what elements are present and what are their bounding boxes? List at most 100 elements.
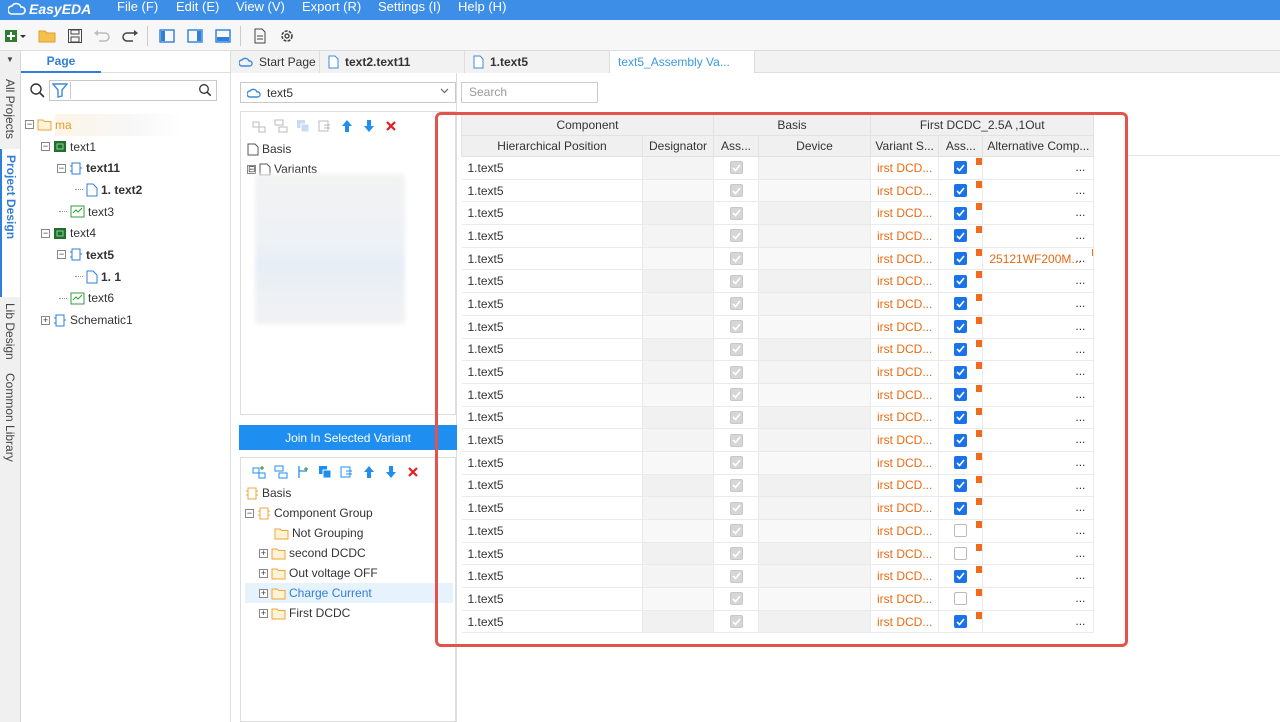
table-row[interactable]: 1.text5 irst DCD...... [461, 292, 1095, 316]
rename-icon[interactable] [317, 118, 333, 134]
new-icon[interactable] [4, 25, 26, 47]
variant-select[interactable]: text5 [240, 82, 456, 103]
cell-variant-assembled[interactable] [938, 519, 984, 543]
group-tree-item[interactable]: − Component Group [245, 503, 453, 523]
collapse-icon[interactable]: ⊟ [247, 164, 256, 174]
more-button[interactable]: ... [1075, 455, 1085, 469]
table-row[interactable]: 1.text5 irst DCD...... [461, 428, 1095, 452]
cell-variant-status[interactable]: irst DCD... [870, 519, 940, 543]
menu-export[interactable]: Export (R) [302, 0, 361, 20]
table-row[interactable]: 1.text5 irst DCD...... [461, 542, 1095, 566]
assembled-checkbox[interactable] [954, 456, 968, 470]
cell-variant-status[interactable]: irst DCD... [870, 542, 940, 566]
assembled-checkbox[interactable] [954, 252, 968, 266]
cell-variant-assembled[interactable] [938, 292, 984, 316]
cell-variant-assembled[interactable] [938, 564, 984, 589]
cell-alternative-component[interactable]: ... [982, 179, 1095, 203]
cell-variant-status[interactable]: irst DCD... [870, 496, 940, 520]
redo-icon[interactable] [119, 25, 141, 47]
col-alternative-component[interactable]: Alternative Comp... [982, 135, 1095, 157]
more-button[interactable]: ... [1075, 251, 1085, 265]
assembled-checkbox[interactable] [954, 274, 968, 288]
cell-variant-status[interactable]: irst DCD... [870, 156, 940, 180]
col-basis-assembled[interactable]: Ass... [713, 135, 759, 157]
group-tree-item[interactable]: Basis [245, 483, 453, 503]
cell-variant-status[interactable]: irst DCD... [870, 247, 940, 271]
cell-alternative-component[interactable]: ... [982, 360, 1095, 384]
cell-alternative-component[interactable]: ... [982, 451, 1095, 475]
more-button[interactable]: ... [1075, 228, 1085, 242]
assembled-checkbox[interactable] [954, 501, 968, 515]
table-row[interactable]: 1.text5 irst DCD...... [461, 224, 1095, 248]
bottom-panel-icon[interactable] [212, 25, 234, 47]
group-tree-item[interactable]: + second DCDC [245, 543, 453, 563]
collapse-icon[interactable]: − [41, 142, 50, 152]
cell-variant-assembled[interactable] [938, 496, 984, 520]
tab-start-page[interactable]: Start Page [231, 51, 320, 73]
tree-item[interactable]: 1. text2 [25, 179, 225, 201]
cell-alternative-component[interactable]: ... [982, 315, 1095, 339]
cell-variant-assembled[interactable] [938, 315, 984, 339]
table-row[interactable]: 1.text5 irst DCD...... [461, 269, 1095, 294]
cell-variant-status[interactable]: irst DCD... [870, 338, 940, 362]
assembled-checkbox[interactable] [954, 320, 968, 334]
cell-alternative-component[interactable]: ... [982, 610, 1095, 634]
more-button[interactable]: ... [1075, 591, 1085, 605]
cell-alternative-component[interactable]: ... [982, 428, 1095, 452]
more-button[interactable]: ... [1075, 183, 1085, 197]
document-icon[interactable] [249, 25, 271, 47]
assembled-checkbox[interactable] [954, 297, 968, 311]
col-designator[interactable]: Designator [642, 135, 714, 157]
cell-variant-assembled[interactable] [938, 338, 984, 362]
table-row[interactable]: 1.text5 irst DCD...... [461, 474, 1095, 498]
gear-icon[interactable] [276, 25, 298, 47]
tab-page[interactable]: Page [21, 51, 101, 73]
search-magnifier-icon[interactable] [198, 83, 212, 97]
cell-variant-status[interactable]: irst DCD... [870, 360, 940, 384]
menu-settings[interactable]: Settings (I) [378, 0, 441, 20]
assembled-checkbox[interactable] [954, 547, 968, 561]
cell-variant-assembled[interactable] [938, 542, 984, 566]
tree-item[interactable]: − text5 [25, 244, 225, 266]
copy-icon[interactable] [317, 464, 333, 480]
cell-variant-status[interactable]: irst DCD... [870, 406, 940, 430]
tree-item[interactable]: text3 [25, 201, 225, 223]
more-button[interactable]: ... [1075, 296, 1085, 310]
more-button[interactable]: ... [1075, 319, 1085, 333]
assembled-checkbox[interactable] [954, 524, 968, 538]
cell-alternative-component[interactable]: ... [982, 292, 1095, 316]
cell-variant-status[interactable]: irst DCD... [870, 269, 940, 294]
cell-variant-status[interactable]: irst DCD... [870, 315, 940, 339]
rename-icon[interactable] [339, 464, 355, 480]
assembled-checkbox[interactable] [954, 161, 968, 175]
add-node-icon[interactable] [251, 464, 267, 480]
col-variant-status[interactable]: Variant S... [869, 135, 940, 157]
group-tree-item[interactable]: + Charge Current [245, 583, 453, 603]
cell-variant-status[interactable]: irst DCD... [870, 224, 940, 248]
cell-variant-assembled[interactable] [938, 406, 984, 430]
tree-item[interactable]: − text11 [25, 157, 225, 179]
table-row[interactable]: 1.text5 irst DCD...... [461, 451, 1095, 475]
arrow-down-icon[interactable] [361, 118, 377, 134]
table-search-input[interactable]: Search [461, 82, 598, 103]
cell-variant-assembled[interactable] [938, 474, 984, 498]
collapse-icon[interactable]: − [245, 508, 254, 518]
assembled-checkbox[interactable] [954, 184, 968, 198]
more-button[interactable]: ... [1075, 500, 1085, 514]
more-button[interactable]: ... [1075, 568, 1085, 582]
cell-variant-assembled[interactable] [938, 247, 984, 271]
table-row[interactable]: 1.text5 irst DCD...... [461, 587, 1095, 611]
assembled-checkbox[interactable] [954, 478, 968, 492]
table-row[interactable]: 1.text5 irst DCD...... [461, 156, 1095, 180]
more-button[interactable]: ... [1075, 410, 1085, 424]
assembled-checkbox[interactable] [954, 592, 968, 606]
cell-variant-status[interactable]: irst DCD... [870, 292, 940, 316]
collapse-icon[interactable]: − [57, 163, 66, 173]
tree-item[interactable]: − ma [25, 113, 225, 136]
assembled-checkbox[interactable] [954, 342, 968, 356]
join-selected-variant-button[interactable]: Join In Selected Variant [239, 425, 457, 450]
group-tree-item[interactable]: + First DCDC [245, 603, 453, 623]
more-button[interactable]: ... [1075, 273, 1085, 287]
more-button[interactable]: ... [1075, 160, 1085, 174]
left-panel-icon[interactable] [156, 25, 178, 47]
